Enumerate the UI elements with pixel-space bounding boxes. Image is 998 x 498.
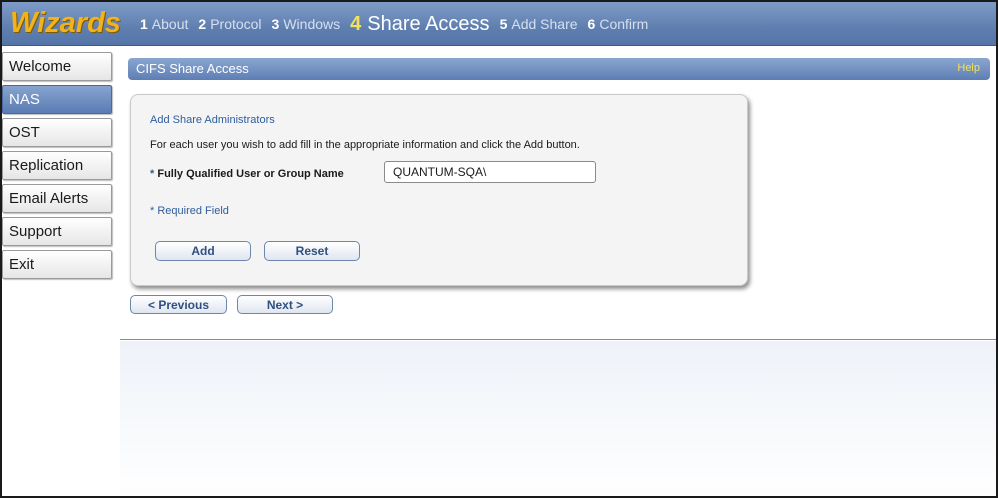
step-number: 2 [198, 16, 207, 32]
panel-description: For each user you wish to add fill in th… [150, 139, 580, 151]
step-label: About [151, 16, 189, 32]
header-bar: Wizards 1 About 2 Protocol 3 Windows 4 S… [2, 2, 996, 46]
share-admin-panel: Add Share Administrators For each user y… [130, 94, 748, 286]
required-star: * [150, 168, 155, 180]
sidebar-item-welcome[interactable]: Welcome [2, 52, 112, 81]
add-button[interactable]: Add [155, 241, 251, 261]
sidebar-item-support[interactable]: Support [2, 217, 112, 246]
step-number: 4 [350, 12, 362, 35]
step-label: Windows [283, 16, 341, 32]
user-group-label: * Fully Qualified User or Group Name [150, 168, 344, 180]
step-label: Confirm [599, 16, 649, 32]
step-number: 5 [499, 16, 508, 32]
sidebar-item-replication[interactable]: Replication [2, 151, 112, 180]
wizard-steps: 1 About 2 Protocol 3 Windows 4 Share Acc… [140, 2, 658, 46]
main-content: CIFS Share Access Help Add Share Adminis… [120, 46, 996, 340]
sidebar-item-nas[interactable]: NAS [2, 85, 112, 114]
step-label: Share Access [367, 12, 490, 35]
sidebar-item-exit[interactable]: Exit [2, 250, 112, 279]
wizard-window: Wizards 1 About 2 Protocol 3 Windows 4 S… [0, 0, 998, 498]
next-button[interactable]: Next > [237, 295, 333, 314]
sidebar: Welcome NAS OST Replication Email Alerts… [2, 52, 114, 283]
sidebar-item-email-alerts[interactable]: Email Alerts [2, 184, 112, 213]
sidebar-item-ost[interactable]: OST [2, 118, 112, 147]
help-link[interactable]: Help [957, 62, 980, 74]
step-label: Protocol [210, 16, 262, 32]
step-about[interactable]: 1 About [140, 16, 188, 32]
wizards-logo: Wizards [10, 7, 121, 39]
step-windows[interactable]: 3 Windows [272, 16, 341, 32]
step-confirm[interactable]: 6 Confirm [588, 16, 649, 32]
step-number: 3 [271, 16, 280, 32]
step-share-access[interactable]: 4 Share Access [350, 13, 489, 36]
step-add-share[interactable]: 5 Add Share [500, 16, 578, 32]
reset-button[interactable]: Reset [264, 241, 360, 261]
user-group-input[interactable] [384, 161, 596, 183]
panel-heading: Add Share Administrators [150, 114, 275, 126]
empty-area [120, 341, 996, 496]
step-number: 6 [587, 16, 596, 32]
step-protocol[interactable]: 2 Protocol [198, 16, 261, 32]
previous-button[interactable]: < Previous [130, 295, 227, 314]
section-title-bar: CIFS Share Access Help [128, 58, 990, 80]
required-field-note: * Required Field [150, 205, 229, 217]
page-title: CIFS Share Access [136, 61, 249, 76]
step-label: Add Share [511, 16, 578, 32]
user-group-label-text: Fully Qualified User or Group Name [157, 168, 344, 180]
step-number: 1 [140, 16, 148, 32]
